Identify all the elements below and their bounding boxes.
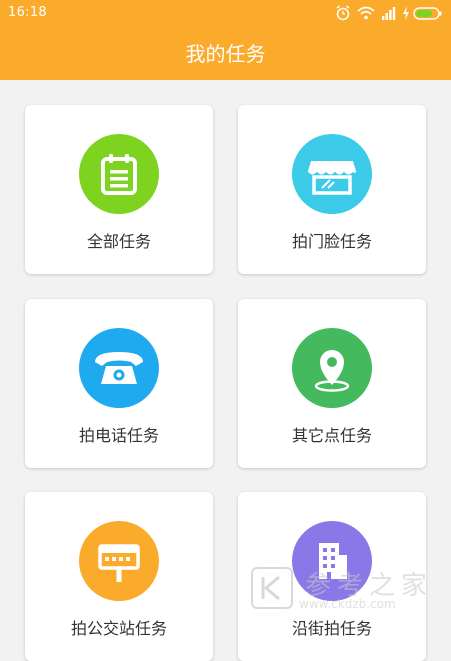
signal-icon <box>382 7 396 20</box>
status-bar: 16:18 <box>0 0 451 26</box>
battery-icon <box>413 7 442 20</box>
task-label: 其它点任务 <box>291 426 372 445</box>
task-icon-badge <box>79 521 159 601</box>
task-card-other-point[interactable]: 其它点任务 <box>238 299 426 468</box>
task-icon-badge <box>79 134 159 214</box>
charging-icon <box>403 6 409 20</box>
task-card-storefront[interactable]: 拍门脸任务 <box>238 105 426 274</box>
task-icon-badge <box>292 134 372 214</box>
alarm-icon <box>336 5 350 21</box>
notepad-icon <box>101 154 137 195</box>
task-icon-badge <box>79 328 159 408</box>
watermark-logo-icon <box>251 567 293 609</box>
task-label: 拍电话任务 <box>78 426 159 445</box>
task-icon-badge <box>292 328 372 408</box>
task-label: 拍公交站任务 <box>70 619 167 638</box>
page-title: 我的任务 <box>185 42 266 66</box>
task-card-bus-stop[interactable]: 拍公交站任务 <box>25 492 213 661</box>
status-icons <box>335 4 443 22</box>
task-card-all[interactable]: 全部任务 <box>25 105 213 274</box>
status-time: 16:18 <box>8 5 47 20</box>
task-label: 拍门脸任务 <box>291 232 372 251</box>
watermark-url: www.ckdzb.com <box>299 597 396 611</box>
task-label: 沿街拍任务 <box>291 619 372 638</box>
task-card-telephone[interactable]: 拍电话任务 <box>25 299 213 468</box>
location-pin-icon <box>314 350 350 392</box>
app-bar: 16:18 我的任务 <box>0 0 451 80</box>
telephone-icon <box>95 352 143 384</box>
task-label: 全部任务 <box>86 232 151 251</box>
bus-stop-sign-icon <box>98 544 140 582</box>
watermark: 参考之家 www.ckdzb.com <box>247 565 447 615</box>
storefront-icon <box>307 161 357 195</box>
wifi-icon <box>357 6 375 20</box>
